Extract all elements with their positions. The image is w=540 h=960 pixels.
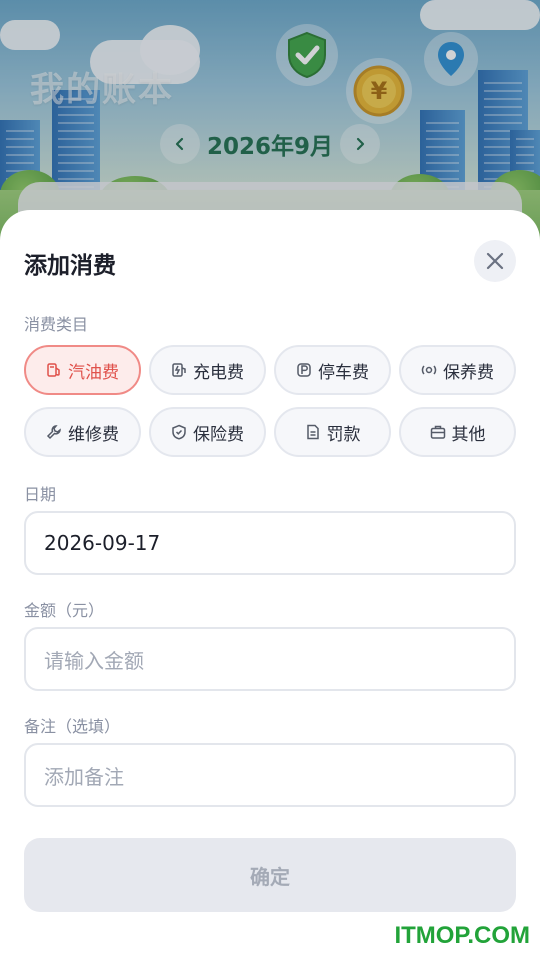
document-icon bbox=[306, 424, 319, 440]
close-icon bbox=[486, 252, 504, 270]
category-chip-fuel[interactable]: 汽油费 bbox=[24, 345, 141, 395]
category-grid: 汽油费 充电费 停车费 保养费 维修费 保险费 罚款 其他 bbox=[24, 345, 516, 457]
fuel-icon bbox=[47, 363, 60, 377]
date-value: 2026-09-17 bbox=[44, 531, 161, 555]
shield-icon bbox=[172, 424, 186, 440]
confirm-button[interactable]: 确定 bbox=[24, 838, 516, 912]
note-input[interactable]: 添加备注 bbox=[24, 743, 516, 807]
category-label-text: 维修费 bbox=[68, 424, 119, 445]
close-button[interactable] bbox=[474, 240, 516, 282]
note-placeholder: 添加备注 bbox=[44, 764, 124, 789]
category-chip-insurance[interactable]: 保险费 bbox=[149, 407, 266, 457]
watermark: ITMOP.COM bbox=[394, 922, 530, 949]
parking-icon bbox=[297, 363, 311, 377]
note-label: 备注（选填） bbox=[24, 717, 121, 736]
date-label: 日期 bbox=[24, 485, 57, 504]
category-label-text: 充电费 bbox=[193, 362, 244, 383]
category-label-text: 汽油费 bbox=[68, 362, 119, 383]
category-label: 消费类目 bbox=[24, 315, 89, 334]
add-expense-sheet: 添加消费 消费类目 汽油费 充电费 停车费 保养费 维修费 保险费 罚款 其他 … bbox=[0, 210, 540, 960]
amount-label: 金额（元） bbox=[24, 601, 105, 620]
category-chip-fine[interactable]: 罚款 bbox=[274, 407, 391, 457]
category-chip-parking[interactable]: 停车费 bbox=[274, 345, 391, 395]
date-field[interactable]: 2026-09-17 bbox=[24, 511, 516, 575]
category-label-text: 保险费 bbox=[193, 424, 244, 445]
maintenance-icon bbox=[421, 365, 437, 375]
category-chip-charging[interactable]: 充电费 bbox=[149, 345, 266, 395]
charging-icon bbox=[172, 363, 186, 377]
category-label-text: 罚款 bbox=[326, 424, 361, 445]
category-chip-other[interactable]: 其他 bbox=[399, 407, 516, 457]
amount-placeholder: 请输入金额 bbox=[44, 648, 144, 673]
briefcase-icon bbox=[430, 425, 445, 439]
amount-input[interactable]: 请输入金额 bbox=[24, 627, 516, 691]
sheet-title: 添加消费 bbox=[24, 253, 116, 279]
category-label-text: 保养费 bbox=[443, 362, 494, 383]
wrench-icon bbox=[46, 425, 61, 440]
category-label-text: 其他 bbox=[451, 424, 486, 445]
category-chip-maintenance[interactable]: 保养费 bbox=[399, 345, 516, 395]
category-label-text: 停车费 bbox=[318, 362, 369, 383]
category-chip-repair[interactable]: 维修费 bbox=[24, 407, 141, 457]
